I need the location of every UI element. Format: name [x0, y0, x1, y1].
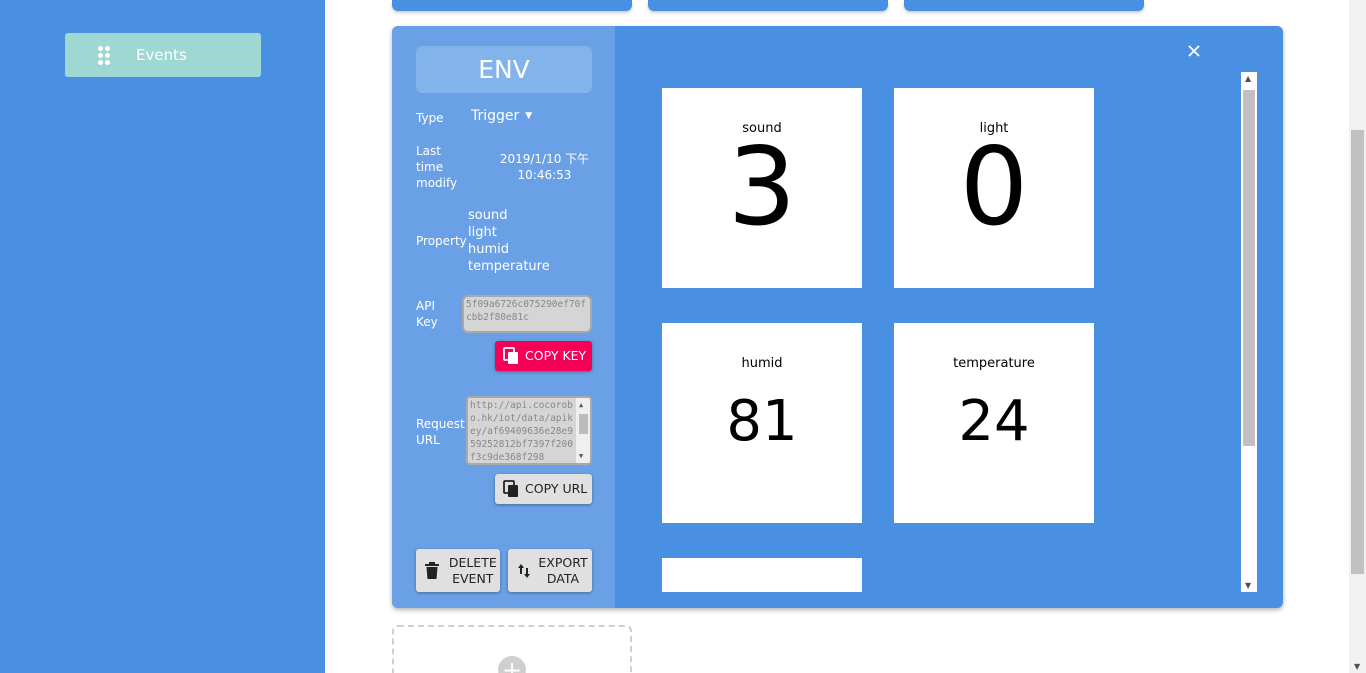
- event-detail-panel: ENV Type Trigger ▼ Last time modify 2019/…: [392, 26, 1283, 608]
- scroll-down-icon[interactable]: ▼: [579, 450, 583, 463]
- tile-label: temperature: [953, 356, 1035, 371]
- tile-value: 3: [727, 125, 797, 250]
- property-item: temperature: [468, 259, 550, 274]
- last-modified-date: 2019/1/10 下午: [499, 152, 590, 166]
- event-title: ENV: [416, 46, 592, 93]
- event-info-column: ENV Type Trigger ▼ Last time modify 2019/…: [392, 26, 615, 608]
- copy-key-button[interactable]: COPY KEY: [495, 341, 592, 371]
- last-modified-label: Last time modify: [416, 144, 458, 190]
- copy-icon: [503, 347, 519, 365]
- scroll-up-icon[interactable]: ▲: [1245, 74, 1251, 83]
- scroll-thumb[interactable]: [579, 414, 588, 434]
- type-select[interactable]: Trigger ▼: [471, 108, 532, 124]
- api-key-field[interactable]: 5f09a6726c075290ef70fcbb2f80e81c: [462, 295, 592, 333]
- event-card[interactable]: [648, 0, 888, 11]
- sensor-tile: [662, 558, 862, 592]
- last-modified-time: 10:46:53: [517, 168, 572, 182]
- scroll-down-icon[interactable]: ▼: [1245, 581, 1251, 590]
- copy-url-label: COPY URL: [525, 481, 588, 496]
- add-icon[interactable]: +: [498, 656, 526, 673]
- request-url-text: http://api.cocorobo.hk/iot/data/apikey/a…: [470, 400, 573, 463]
- request-url-scrollbar[interactable]: ▲ ▼: [576, 398, 590, 463]
- add-event-card[interactable]: +: [392, 625, 632, 673]
- tile-value: 0: [959, 125, 1029, 250]
- copy-key-label: COPY KEY: [525, 348, 587, 363]
- request-url-field[interactable]: http://api.cocorobo.hk/iot/data/apikey/a…: [466, 396, 592, 465]
- export-data-label: EXPORT DATA: [538, 554, 588, 586]
- export-data-button[interactable]: EXPORT DATA: [508, 549, 592, 592]
- last-modified-value: 2019/1/10 下午 10:46:53: [472, 151, 617, 183]
- sensor-tile-temperature: temperature 24: [894, 323, 1094, 523]
- caret-down-icon: ▼: [525, 111, 533, 121]
- delete-event-button[interactable]: DELETE EVENT: [416, 549, 500, 592]
- scroll-down-icon[interactable]: ▼: [1354, 662, 1360, 671]
- sidebar: Events: [0, 0, 325, 673]
- type-label: Type: [416, 111, 444, 125]
- sidebar-item-label: Events: [136, 46, 187, 64]
- tile-label: humid: [741, 356, 783, 371]
- delete-event-label: DELETE EVENT: [448, 554, 497, 586]
- property-list: sound light humid temperature: [468, 207, 550, 275]
- request-url-label: Request URL: [416, 417, 465, 447]
- api-key-label: API Key: [416, 299, 438, 329]
- property-item: sound: [468, 208, 508, 223]
- property-item: light: [468, 225, 497, 240]
- event-card[interactable]: [904, 0, 1144, 11]
- trash-icon: [424, 562, 440, 580]
- sidebar-item-events[interactable]: Events: [65, 33, 261, 77]
- tiles-scrollbar[interactable]: ▲ ▼: [1241, 72, 1257, 592]
- scroll-thumb[interactable]: [1243, 90, 1255, 446]
- scroll-thumb[interactable]: [1351, 130, 1364, 574]
- event-card[interactable]: [392, 0, 632, 11]
- tile-value: 24: [958, 389, 1030, 454]
- close-icon[interactable]: [1186, 43, 1202, 59]
- property-item: humid: [468, 242, 510, 257]
- page-scrollbar[interactable]: ▼: [1349, 0, 1366, 673]
- tile-value: 81: [726, 389, 798, 454]
- copy-url-button[interactable]: COPY URL: [495, 474, 592, 504]
- scroll-up-icon[interactable]: ▲: [579, 399, 583, 412]
- property-label: Property: [416, 234, 467, 248]
- sensor-tile-humid: humid 81: [662, 323, 862, 523]
- copy-icon: [503, 480, 519, 498]
- drag-handle-icon: [98, 46, 110, 65]
- sensor-tile-sound: sound 3: [662, 88, 862, 288]
- sensor-tile-light: light 0: [894, 88, 1094, 288]
- swap-vert-icon: [516, 562, 532, 580]
- type-value: Trigger: [471, 108, 520, 124]
